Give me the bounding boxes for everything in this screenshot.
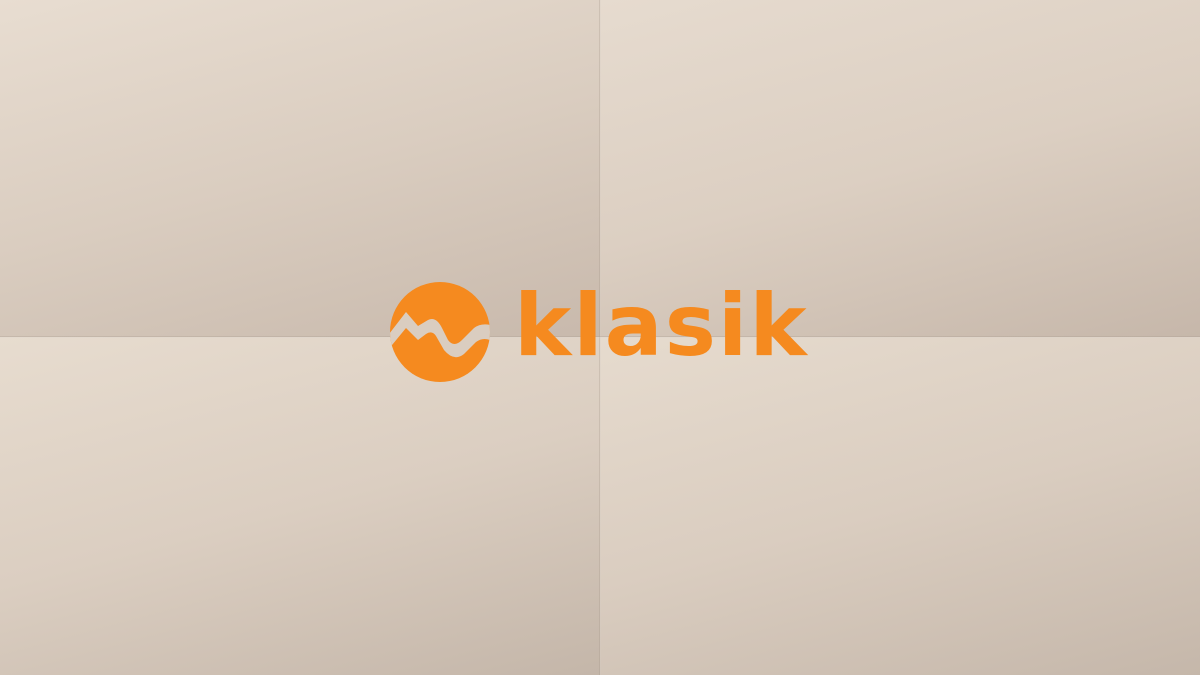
brand-wordmark: klasik [514, 276, 809, 376]
splash-background: klasik [0, 0, 1200, 675]
background-panel-bottom-right [600, 337, 1200, 675]
background-panel-bottom-left [0, 337, 600, 675]
klasik-logo-icon [390, 282, 490, 382]
klasik-logo: klasik [388, 276, 808, 382]
